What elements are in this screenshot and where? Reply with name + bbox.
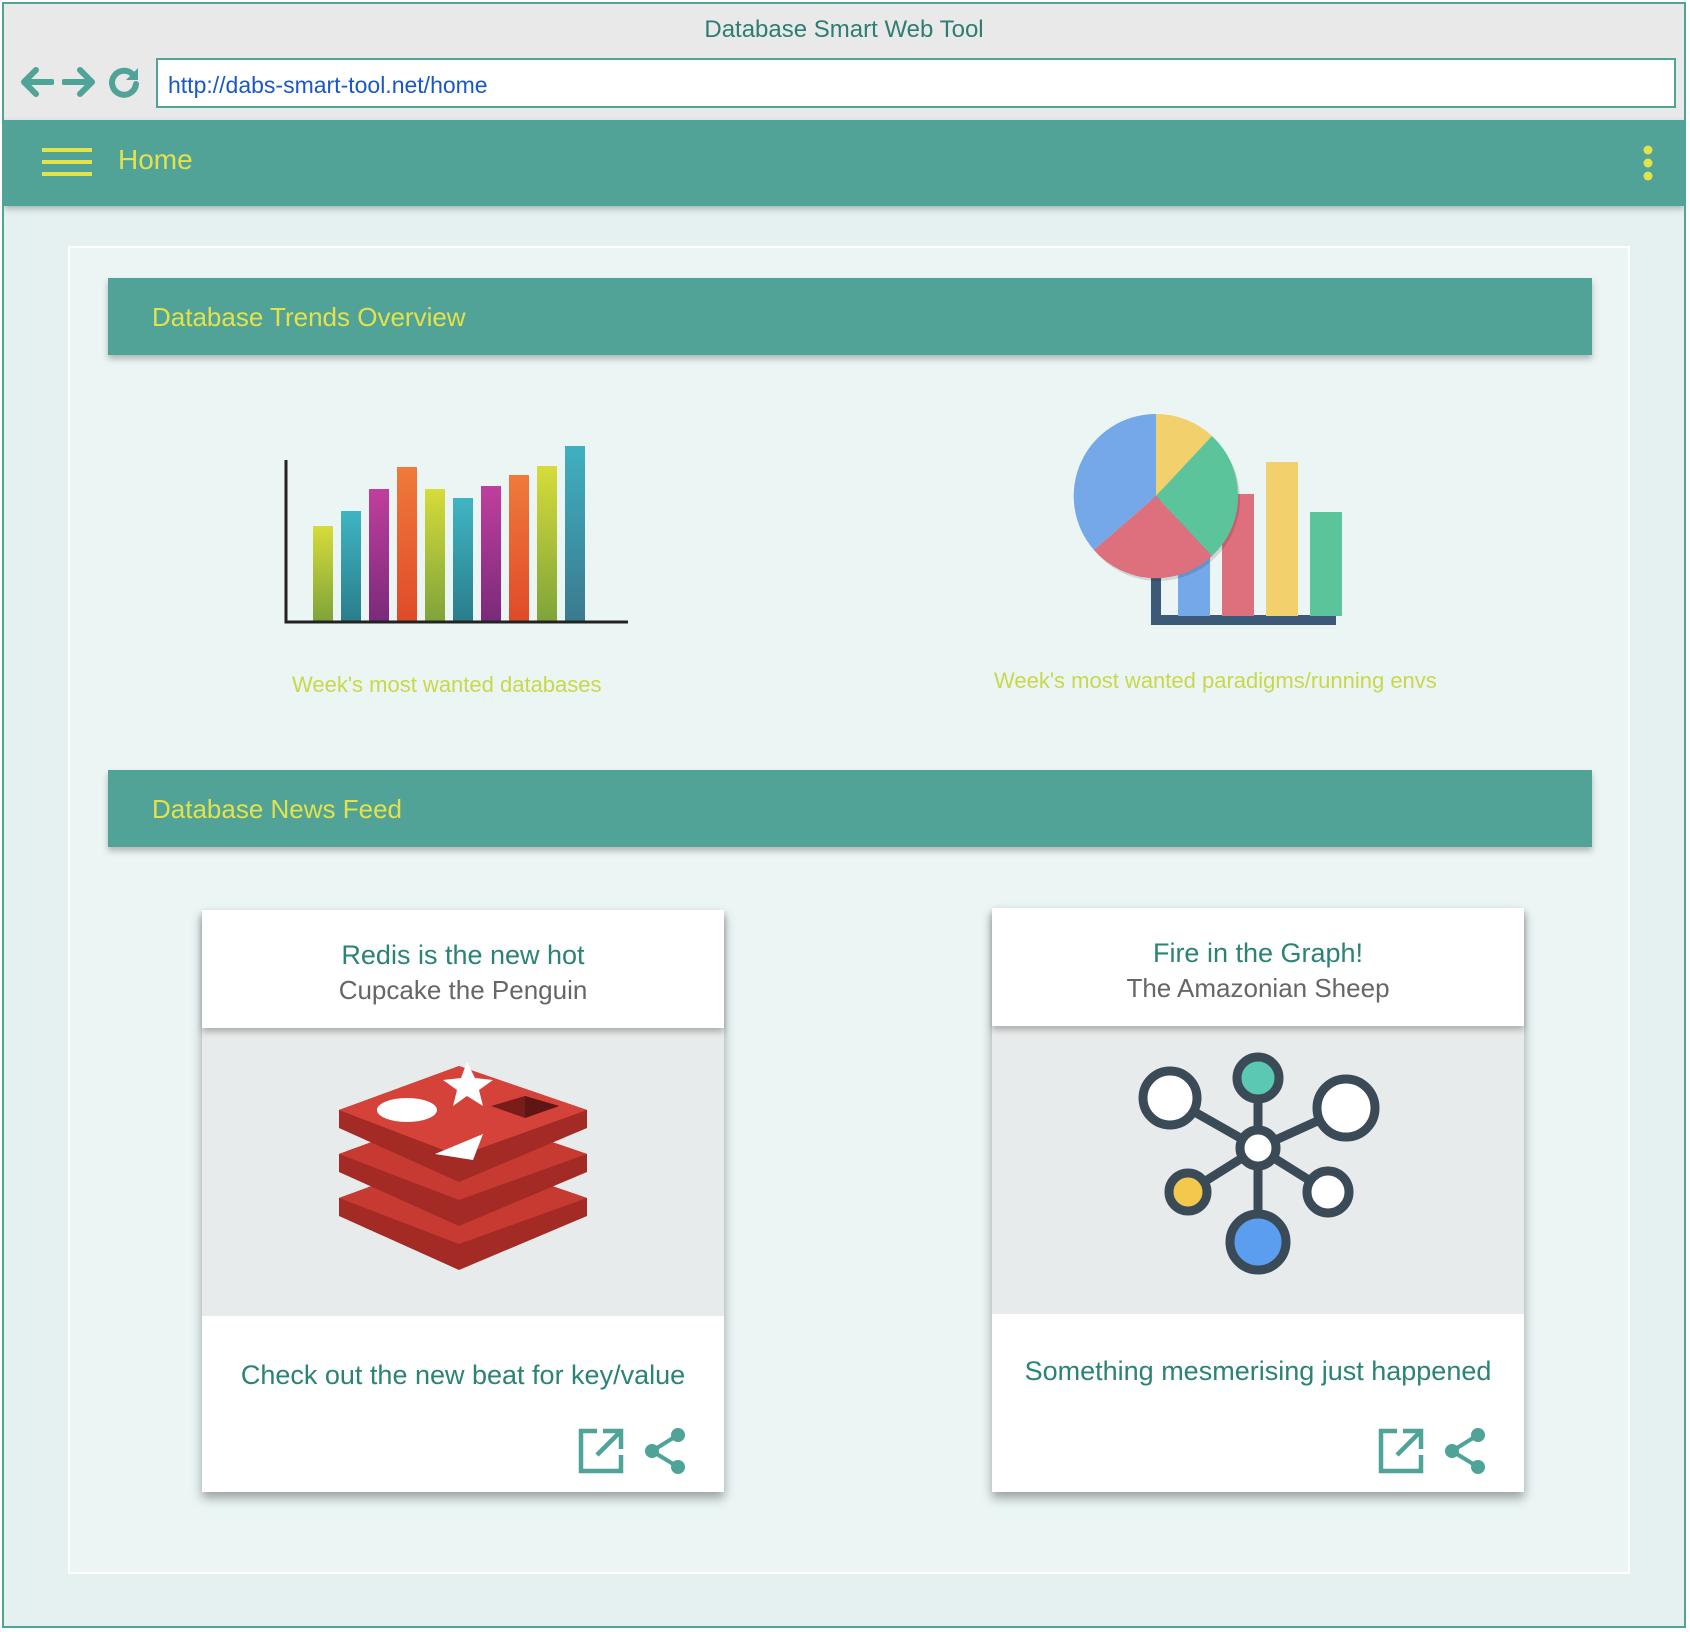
redis-logo bbox=[339, 1062, 587, 1270]
graph-network-icon bbox=[1138, 1052, 1380, 1275]
overflow-menu-button[interactable] bbox=[1638, 144, 1658, 182]
card-text: Check out the new beat for key/value bbox=[240, 1360, 686, 1390]
bar bbox=[397, 467, 417, 622]
share-button[interactable] bbox=[1440, 1426, 1490, 1476]
trends-section-title: Database Trends Overview bbox=[152, 302, 466, 332]
card-media bbox=[202, 1028, 724, 1316]
card-actions bbox=[576, 1426, 690, 1476]
chart-caption-databases: Week's most wanted databases bbox=[292, 672, 602, 697]
bar-chart-illustration[interactable] bbox=[280, 444, 640, 634]
bar bbox=[425, 489, 445, 622]
chart-caption-paradigms: Week's most wanted paradigms/running env… bbox=[994, 668, 1437, 693]
bar bbox=[313, 526, 333, 622]
bar bbox=[509, 475, 529, 622]
bar bbox=[565, 446, 585, 622]
card-title: Fire in the Graph! bbox=[1152, 938, 1364, 968]
open-external-button[interactable] bbox=[1376, 1426, 1426, 1476]
back-button[interactable] bbox=[14, 60, 58, 104]
bar bbox=[481, 486, 501, 622]
browser-titlebar: Database Smart Web Tool http://dabs-smar… bbox=[4, 4, 1684, 120]
forward-button[interactable] bbox=[58, 60, 102, 104]
arrow-right-icon bbox=[62, 67, 95, 97]
card-text: Something mesmerising just happened bbox=[1024, 1356, 1492, 1386]
app-bar: Home bbox=[4, 120, 1684, 206]
share-button[interactable] bbox=[640, 1426, 690, 1476]
card-header: Redis is the new hot Cupcake the Penguin bbox=[202, 910, 724, 1028]
bar bbox=[369, 489, 389, 622]
card-header: Fire in the Graph! The Amazonian Sheep bbox=[992, 908, 1524, 1026]
bar bbox=[1266, 462, 1298, 616]
more-vertical-icon bbox=[1643, 145, 1653, 181]
bar bbox=[341, 511, 361, 622]
open-external-button[interactable] bbox=[576, 1426, 626, 1476]
share-icon bbox=[645, 1428, 685, 1474]
trends-section-header: Database Trends Overview bbox=[108, 278, 1592, 355]
news-card-redis[interactable]: Redis is the new hot Cupcake the Penguin bbox=[202, 910, 724, 1492]
news-section-header: Database News Feed bbox=[108, 770, 1592, 847]
card-title: Redis is the new hot bbox=[341, 940, 585, 970]
pie-and-bar-chart-illustration[interactable] bbox=[1070, 412, 1360, 634]
main-content: Database Trends Overview Week's most wan… bbox=[68, 246, 1630, 1574]
card-actions bbox=[1376, 1426, 1490, 1476]
open-in-new-icon bbox=[578, 1428, 624, 1474]
card-media bbox=[992, 1026, 1524, 1314]
news-section-title: Database News Feed bbox=[152, 794, 403, 824]
news-card-graph[interactable]: Fire in the Graph! The Amazonian Sheep S… bbox=[992, 908, 1524, 1492]
url-input[interactable]: http://dabs-smart-tool.net/home bbox=[156, 58, 1676, 108]
reload-icon bbox=[109, 67, 139, 98]
bar bbox=[537, 466, 557, 622]
page-title: Home bbox=[118, 144, 193, 175]
bar bbox=[1310, 512, 1342, 616]
card-author: Cupcake the Penguin bbox=[338, 975, 588, 1005]
bar bbox=[453, 498, 473, 622]
window-title: Database Smart Web Tool bbox=[704, 16, 984, 43]
share-icon bbox=[1445, 1428, 1485, 1474]
open-in-new-icon bbox=[1378, 1428, 1424, 1474]
browser-window: Database Smart Web Tool http://dabs-smar… bbox=[2, 2, 1686, 1628]
menu-button[interactable] bbox=[42, 144, 92, 180]
reload-button[interactable] bbox=[102, 60, 146, 104]
hamburger-icon bbox=[42, 148, 92, 176]
card-author: The Amazonian Sheep bbox=[1126, 973, 1390, 1003]
arrow-left-icon bbox=[21, 67, 54, 97]
